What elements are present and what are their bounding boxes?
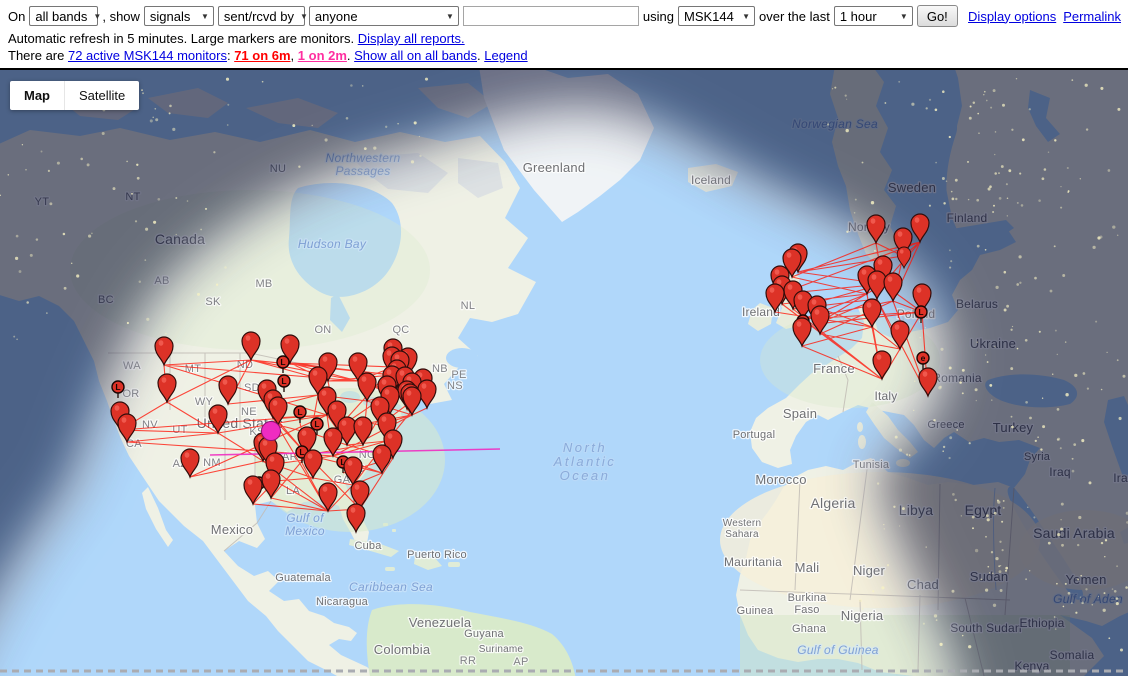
svg-text:e: e bbox=[921, 353, 926, 363]
sent-rcvd-select[interactable]: sent/rcvd by▼ bbox=[218, 6, 305, 26]
svg-text:L: L bbox=[280, 357, 285, 367]
mode-select[interactable]: MSK144▼ bbox=[678, 6, 755, 26]
world-map[interactable]: CanadaUnited StatesMexicoGreenlandIcelan… bbox=[0, 68, 1128, 676]
monitors-2m-link[interactable]: 1 on 2m bbox=[298, 48, 347, 63]
permalink-link[interactable]: Permalink bbox=[1063, 9, 1121, 24]
monitors-summary-row: There are 72 active MSK144 monitors: 71 … bbox=[0, 46, 1128, 63]
monitors-prefix: There are bbox=[8, 48, 68, 63]
display-options-link[interactable]: Display options bbox=[968, 9, 1056, 24]
chevron-down-icon: ▼ bbox=[300, 12, 308, 21]
period-select[interactable]: 1 hour▼ bbox=[834, 6, 913, 26]
query-toolbar: On all bands▼ , show signals▼ sent/rcvd … bbox=[0, 0, 1128, 68]
display-all-reports-link[interactable]: Display all reports. bbox=[358, 31, 465, 46]
map-type-control: Map Satellite bbox=[10, 81, 139, 110]
map-canvas: CanadaUnited StatesMexicoGreenlandIcelan… bbox=[0, 70, 1128, 676]
signals-select[interactable]: signals▼ bbox=[144, 6, 214, 26]
show-all-bands-link[interactable]: Show all on all bands bbox=[354, 48, 477, 63]
query-controls-row: On all bands▼ , show signals▼ sent/rcvd … bbox=[0, 0, 1128, 28]
show-label: , show bbox=[102, 9, 140, 24]
svg-text:L: L bbox=[314, 419, 319, 429]
refresh-status-row: Automatic refresh in 5 minutes. Large ma… bbox=[0, 28, 1128, 46]
refresh-status-text: Automatic refresh in 5 minutes. Large ma… bbox=[8, 31, 354, 46]
chevron-down-icon: ▼ bbox=[742, 12, 750, 21]
on-label: On bbox=[8, 9, 25, 24]
callsign-input[interactable] bbox=[463, 6, 639, 26]
chevron-down-icon: ▼ bbox=[900, 12, 908, 21]
day-night-overlay bbox=[0, 70, 1128, 676]
pskreporter-page: On all bands▼ , show signals▼ sent/rcvd … bbox=[0, 0, 1128, 676]
svg-text:L: L bbox=[918, 307, 923, 317]
using-label: using bbox=[643, 9, 674, 24]
svg-text:L: L bbox=[297, 407, 302, 417]
chevron-down-icon: ▼ bbox=[201, 12, 209, 21]
legend-link[interactable]: Legend bbox=[484, 48, 527, 63]
chevron-down-icon: ▼ bbox=[93, 12, 101, 21]
go-button[interactable]: Go! bbox=[917, 5, 958, 27]
selected-monitor-marker[interactable] bbox=[262, 422, 281, 441]
svg-text:L: L bbox=[299, 447, 304, 457]
svg-text:L: L bbox=[281, 376, 286, 386]
over-last-label: over the last bbox=[759, 9, 830, 24]
chevron-down-icon: ▼ bbox=[446, 12, 454, 21]
map-tab[interactable]: Map bbox=[10, 81, 64, 110]
active-monitors-link[interactable]: 72 active MSK144 monitors bbox=[68, 48, 227, 63]
monitors-6m-link[interactable]: 71 on 6m bbox=[234, 48, 290, 63]
anyone-select[interactable]: anyone▼ bbox=[309, 6, 459, 26]
satellite-tab[interactable]: Satellite bbox=[65, 81, 139, 110]
band-select[interactable]: all bands▼ bbox=[29, 6, 98, 26]
svg-text:L: L bbox=[115, 382, 120, 392]
